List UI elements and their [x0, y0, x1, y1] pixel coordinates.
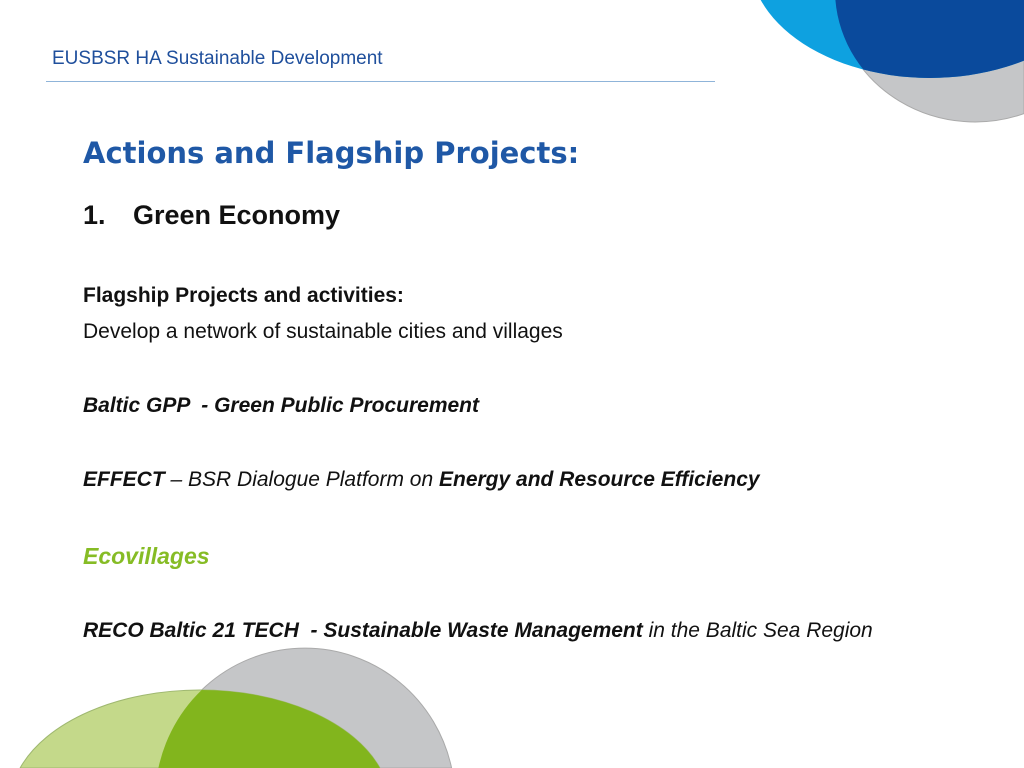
- decorative-ellipses: [19, 0, 1024, 768]
- section-number: 1.: [83, 200, 106, 230]
- project-reco-baltic: RECO Baltic 21 TECH - Sustainable Waste …: [83, 619, 873, 643]
- flagship-text: Develop a network of sustainable cities …: [83, 320, 563, 343]
- slide-title: Actions and Flagship Projects:: [83, 136, 580, 170]
- header-divider: [46, 81, 715, 82]
- project-reco-name: RECO Baltic 21 TECH - Sustainable Waste …: [83, 619, 643, 642]
- section-label: Green Economy: [133, 200, 341, 230]
- header-title: EUSBSR HA Sustainable Development: [52, 48, 383, 69]
- project-baltic-gpp: Baltic GPP - Green Public Procurement: [83, 394, 479, 417]
- flagship-heading: Flagship Projects and activities:: [83, 284, 404, 307]
- project-effect: EFFECT – BSR Dialogue Platform on Energy…: [83, 468, 760, 492]
- project-effect-focus: Energy and Resource Efficiency: [438, 468, 760, 491]
- project-effect-name: EFFECT: [83, 468, 165, 491]
- project-ecovillages: Ecovillages: [83, 543, 210, 569]
- project-effect-desc: – BSR Dialogue Platform on: [164, 468, 439, 491]
- project-reco-tail: in the Baltic Sea Region: [642, 619, 873, 642]
- section-heading: 1. Green Economy: [83, 200, 340, 231]
